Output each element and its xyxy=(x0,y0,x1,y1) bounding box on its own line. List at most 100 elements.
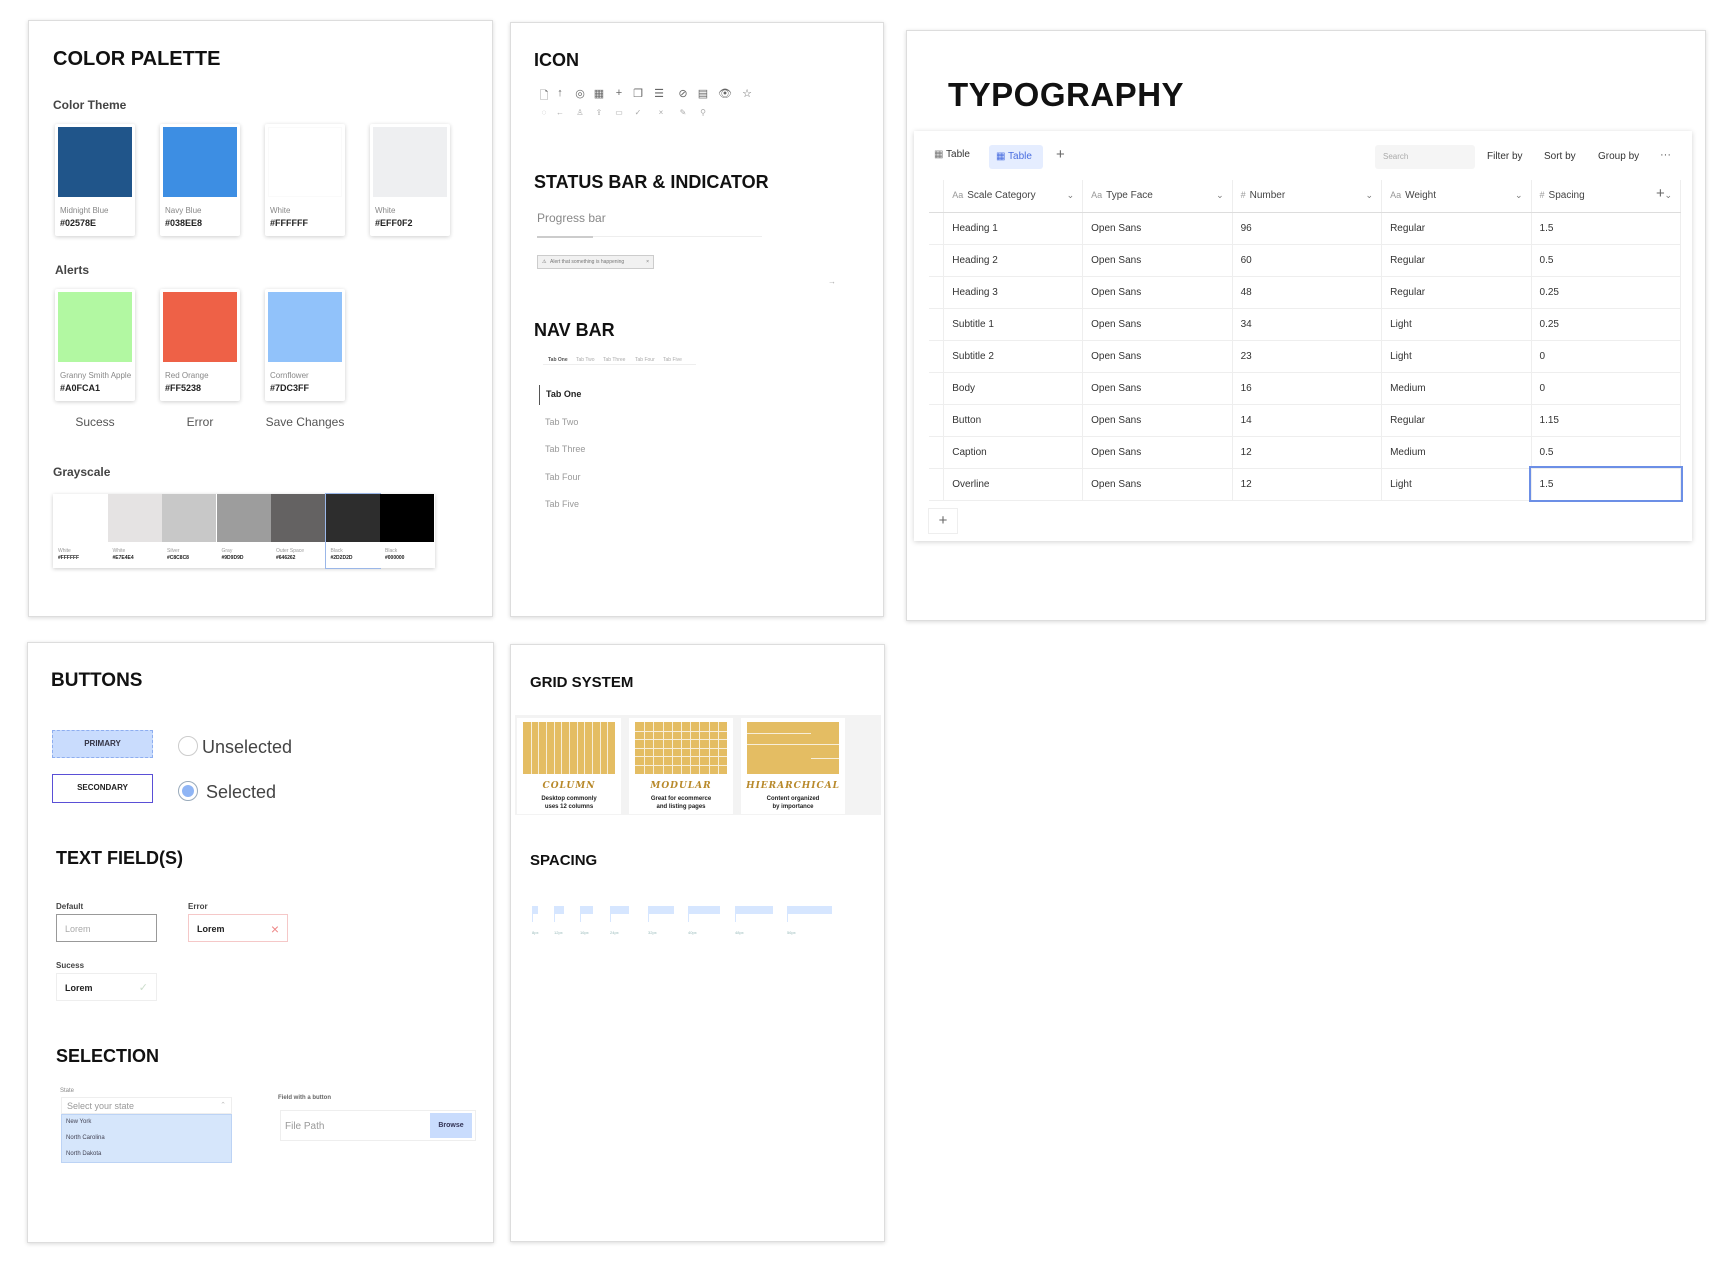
table-cell[interactable]: Open Sans xyxy=(1082,308,1233,341)
sidebar-tab[interactable]: Tab Three xyxy=(545,444,585,454)
star-icon[interactable]: ☆ xyxy=(740,87,754,100)
table-cell[interactable]: Open Sans xyxy=(1082,276,1233,309)
check-icon[interactable]: ✓ xyxy=(631,108,645,117)
table-cell[interactable]: Subtitle 1 xyxy=(943,308,1084,341)
table-cell[interactable]: Light xyxy=(1381,340,1532,373)
table-cell[interactable]: 1.15 xyxy=(1531,404,1682,437)
sidebar-tab[interactable]: Tab Five xyxy=(545,499,579,509)
file-icon[interactable]: 🗋 xyxy=(537,87,551,106)
sort-by-button[interactable]: Sort by xyxy=(1544,151,1576,162)
table-row[interactable]: Caption Open Sans 12 Medium 0.5 xyxy=(929,436,1682,469)
chevron-down-icon[interactable]: ⌄ xyxy=(1664,190,1672,201)
column-header[interactable]: Aa Scale Category ⌄ xyxy=(943,180,1084,213)
table-row[interactable]: Heading 1 Open Sans 96 Regular 1.5 xyxy=(929,212,1682,245)
table-cell[interactable]: 0 xyxy=(1531,372,1682,405)
search-input[interactable]: Search xyxy=(1375,145,1475,169)
nav-tab[interactable]: Tab Four xyxy=(635,357,655,363)
table-cell[interactable]: Open Sans xyxy=(1082,468,1233,501)
close-icon[interactable]: × xyxy=(654,108,668,117)
alert-close-icon[interactable]: × xyxy=(646,256,649,268)
chevron-down-icon[interactable]: ⌄ xyxy=(1366,190,1374,201)
grid-icon[interactable]: ▦ xyxy=(592,87,606,100)
table-cell[interactable]: Regular xyxy=(1381,276,1532,309)
table-cell[interactable]: 1.5 xyxy=(1531,212,1682,245)
table-cell[interactable]: Light xyxy=(1381,308,1532,341)
table-cell[interactable]: Regular xyxy=(1381,212,1532,245)
sidebar-tab[interactable]: Tab Four xyxy=(545,472,581,482)
table-cell[interactable]: Subtitle 2 xyxy=(943,340,1084,373)
table-cell[interactable]: 12 xyxy=(1232,468,1383,501)
table-cell[interactable]: 60 xyxy=(1232,244,1383,277)
table-cell[interactable]: 14 xyxy=(1232,404,1383,437)
block-icon[interactable]: ⊘ xyxy=(676,87,690,100)
table-cell[interactable]: Button xyxy=(943,404,1084,437)
table-cell[interactable]: Heading 3 xyxy=(943,276,1084,309)
arrow-up-icon[interactable]: ↑ xyxy=(553,87,567,99)
user-icon[interactable]: ♙ xyxy=(573,108,587,117)
table-cell[interactable]: Light xyxy=(1381,468,1532,501)
table-cell[interactable]: Caption xyxy=(943,436,1084,469)
table-cell[interactable]: 0.5 xyxy=(1531,244,1682,277)
search-icon[interactable]: ⚲ xyxy=(696,108,710,117)
secondary-button[interactable]: SECONDARY xyxy=(52,774,153,803)
table-cell[interactable]: Open Sans xyxy=(1082,340,1233,373)
table-cell[interactable]: Open Sans xyxy=(1082,212,1233,245)
chevron-down-icon[interactable]: ⌄ xyxy=(1515,190,1523,201)
plus-icon[interactable]: + xyxy=(612,87,626,99)
error-field[interactable]: Lorem × xyxy=(188,914,288,942)
table-cell[interactable]: 0 xyxy=(1531,340,1682,373)
nav-tab[interactable]: Tab Three xyxy=(603,357,625,363)
table-cell[interactable]: 0.25 xyxy=(1531,276,1682,309)
table-cell[interactable]: 48 xyxy=(1232,276,1383,309)
nav-tab[interactable]: Tab Two xyxy=(576,357,595,363)
loading-icon[interactable]: ◌ xyxy=(537,108,551,117)
layers-icon[interactable]: ▤ xyxy=(696,87,710,100)
table-cell[interactable]: 16 xyxy=(1232,372,1383,405)
state-option[interactable]: New York xyxy=(66,1119,91,1125)
table-cell[interactable]: 0.25 xyxy=(1531,308,1682,341)
table-row[interactable]: Heading 2 Open Sans 60 Regular 0.5 xyxy=(929,244,1682,277)
sidebar-tab[interactable]: Tab Two xyxy=(545,417,578,427)
table-cell[interactable]: Open Sans xyxy=(1082,372,1233,405)
primary-button[interactable]: PRIMARY xyxy=(52,730,153,758)
chevron-down-icon[interactable]: ⌄ xyxy=(1216,190,1224,201)
table-row[interactable]: Subtitle 1 Open Sans 34 Light 0.25 xyxy=(929,308,1682,341)
success-field[interactable]: Lorem ✓ xyxy=(56,973,157,1001)
column-header[interactable]: # Number ⌄ xyxy=(1232,180,1383,213)
table-cell[interactable]: 0.5 xyxy=(1531,436,1682,469)
table-row[interactable]: Heading 3 Open Sans 48 Regular 0.25 xyxy=(929,276,1682,309)
state-option[interactable]: North Carolina xyxy=(66,1135,105,1141)
table-cell[interactable]: Heading 2 xyxy=(943,244,1084,277)
table-cell[interactable]: Open Sans xyxy=(1082,436,1233,469)
table-cell[interactable]: 34 xyxy=(1232,308,1383,341)
table-cell[interactable]: Body xyxy=(943,372,1084,405)
upload-icon[interactable]: ⇪ xyxy=(592,108,606,117)
column-header[interactable]: Aa Weight ⌄ xyxy=(1381,180,1532,213)
table-cell[interactable]: 1.5 xyxy=(1529,466,1683,502)
state-option[interactable]: North Dakota xyxy=(66,1151,101,1157)
list-icon[interactable]: ☰ xyxy=(652,87,666,100)
table-cell[interactable]: Open Sans xyxy=(1082,404,1233,437)
table-row[interactable]: Overline Open Sans 12 Light 1.5 xyxy=(929,466,1683,502)
add-view-button[interactable]: + xyxy=(1056,146,1065,163)
table-row[interactable]: Body Open Sans 16 Medium 0 xyxy=(929,372,1682,405)
group-by-button[interactable]: Group by xyxy=(1598,151,1639,162)
eye-icon[interactable]: 👁 xyxy=(718,87,732,100)
radio-unselected[interactable] xyxy=(178,736,198,756)
add-column-button[interactable]: + xyxy=(1656,185,1665,202)
default-field[interactable]: Lorem xyxy=(56,914,157,942)
arrow-left-icon[interactable]: ← xyxy=(553,108,567,117)
browse-button[interactable]: Browse xyxy=(430,1113,472,1138)
add-row-button[interactable]: + xyxy=(928,508,958,534)
table-row[interactable]: Button Open Sans 14 Regular 1.15 xyxy=(929,404,1682,437)
radio-selected[interactable] xyxy=(178,781,198,801)
sidebar-tab[interactable]: Tab One xyxy=(539,385,581,405)
column-header[interactable]: Aa Type Face ⌄ xyxy=(1082,180,1233,213)
table-cell[interactable]: Medium xyxy=(1381,372,1532,405)
filter-by-button[interactable]: Filter by xyxy=(1487,151,1523,162)
nav-tab[interactable]: Tab Five xyxy=(663,357,682,363)
table-cell[interactable]: Open Sans xyxy=(1082,244,1233,277)
table-row[interactable]: Subtitle 2 Open Sans 23 Light 0 xyxy=(929,340,1682,373)
table-cell[interactable]: Medium xyxy=(1381,436,1532,469)
table-cell[interactable]: 23 xyxy=(1232,340,1383,373)
